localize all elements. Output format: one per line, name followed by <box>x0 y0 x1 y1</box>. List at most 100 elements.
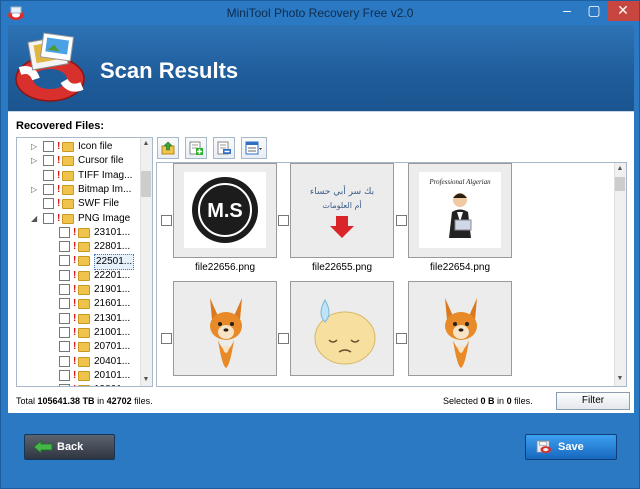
tree-item-checkbox[interactable] <box>43 183 54 195</box>
expand-toggle-icon[interactable]: ◢ <box>31 214 39 223</box>
expand-toggle-icon[interactable] <box>47 272 55 280</box>
tree-item-checkbox[interactable] <box>59 284 70 295</box>
tree-item-checkbox[interactable] <box>59 312 70 324</box>
grid-scroll-thumb[interactable] <box>615 177 625 191</box>
thumbnail-frame[interactable] <box>173 281 277 376</box>
add-icon <box>189 141 203 155</box>
tree-item-checkbox[interactable] <box>59 355 70 367</box>
expand-toggle-icon[interactable] <box>47 372 55 380</box>
expand-toggle-icon[interactable] <box>47 229 55 237</box>
scroll-up-arrow-icon[interactable]: ▲ <box>616 165 624 172</box>
deselect-all-button[interactable] <box>213 137 235 159</box>
tree-item-checkbox[interactable] <box>43 155 54 167</box>
grid-scrollbar[interactable]: ▲ ▼ <box>614 163 626 386</box>
tree-item-checkbox[interactable] <box>43 212 54 224</box>
expand-toggle-icon[interactable] <box>47 300 55 308</box>
expand-toggle-icon[interactable] <box>47 257 55 265</box>
thumbnail-frame[interactable] <box>290 281 394 376</box>
expand-toggle-icon[interactable] <box>31 200 39 208</box>
expand-toggle-icon[interactable]: ▷ <box>31 157 39 165</box>
tree-item-checkbox[interactable] <box>43 198 54 210</box>
alert-icon: ! <box>73 255 77 267</box>
thumbnail-frame[interactable] <box>408 281 512 376</box>
expand-toggle-icon[interactable] <box>47 358 55 366</box>
tree-scrollbar[interactable]: ▲ ▼ <box>140 138 152 386</box>
sweat-face-sticker-image <box>314 298 376 365</box>
professional-caption: Professional Algerian <box>428 178 491 186</box>
thumbnail-filename: file22655.png <box>311 262 373 273</box>
select-all-button[interactable] <box>185 137 207 159</box>
expand-toggle-icon[interactable] <box>47 243 55 251</box>
minimize-button[interactable]: – <box>554 1 580 21</box>
thumbnail-checkbox[interactable] <box>396 215 407 226</box>
scroll-down-arrow-icon[interactable]: ▼ <box>616 375 624 382</box>
thumbnail-checkbox[interactable] <box>396 333 407 344</box>
content-panel: Recovered Files: ▷! Icon file ▷! Cursor fil… <box>8 111 634 413</box>
close-button[interactable]: ✕ <box>607 1 639 21</box>
tree-item-checkbox[interactable] <box>43 169 54 181</box>
folder-icon <box>78 385 90 386</box>
tree-item-checkbox[interactable] <box>59 326 70 338</box>
thumbnail-frame[interactable]: بك سر أبي حساء أم العلومات <box>290 163 394 258</box>
tree-item-label: 23101... <box>94 226 131 238</box>
save-button[interactable]: Save <box>525 434 617 460</box>
tree-item-checkbox[interactable] <box>59 241 70 253</box>
alert-icon: ! <box>73 383 77 386</box>
maximize-button[interactable]: ▢ <box>581 1 607 21</box>
tree-scroll-thumb[interactable] <box>141 171 151 197</box>
tree-item-checkbox[interactable] <box>59 269 70 281</box>
tree-item-label: PNG Image <box>78 212 131 224</box>
thumbnail-grid[interactable]: !M.Sfile22656.png!بك سر أبي حساءأم العلو… <box>156 162 627 387</box>
tree-item-checkbox[interactable] <box>59 384 70 386</box>
scroll-up-arrow-icon[interactable]: ▲ <box>142 140 150 147</box>
ms-logo-image: M.S <box>184 172 266 248</box>
tree-item-label: TIFF Imag... <box>78 169 133 181</box>
back-button[interactable]: Back <box>24 434 115 460</box>
up-folder-button[interactable] <box>157 137 179 159</box>
thumbnail-frame[interactable]: M.S <box>173 163 277 258</box>
tree-item-checkbox[interactable] <box>59 255 70 267</box>
tree-item-label: 21601... <box>94 298 131 310</box>
expand-toggle-icon[interactable] <box>47 343 55 351</box>
tree-item-checkbox[interactable] <box>59 226 70 238</box>
window-title: MiniTool Photo Recovery Free v2.0 <box>226 6 414 20</box>
expand-toggle-icon[interactable]: ▷ <box>31 143 39 151</box>
folder-icon <box>78 256 90 267</box>
footer-nav: Back Save <box>8 413 634 485</box>
app-window: MiniTool Photo Recovery Free v2.0 – ▢ ✕ … <box>0 0 640 489</box>
alert-icon: ! <box>73 369 77 381</box>
fox-sticker-image <box>445 298 477 368</box>
up-folder-icon <box>161 141 175 155</box>
selected-in: in <box>494 396 507 406</box>
alert-icon: ! <box>57 155 61 167</box>
thumbnail-checkbox[interactable] <box>161 215 172 226</box>
alert-icon: ! <box>57 212 61 224</box>
expand-toggle-icon[interactable] <box>47 329 55 337</box>
expand-toggle-icon[interactable]: ▷ <box>31 185 39 194</box>
thumbnail-frame[interactable]: Professional Algerian <box>408 163 512 258</box>
folder-icon <box>78 313 90 324</box>
thumbnail-image: M.S <box>184 172 266 251</box>
tree-item-checkbox[interactable] <box>59 298 70 310</box>
folder-icon <box>62 142 74 152</box>
tree-item-checkbox[interactable] <box>59 341 70 353</box>
thumbnail-checkbox[interactable] <box>278 333 289 344</box>
thumbnail-checkbox[interactable] <box>161 333 172 344</box>
alert-icon: ! <box>73 326 77 338</box>
tree-item-label: 20101... <box>94 369 131 381</box>
tree-item-checkbox[interactable] <box>43 141 54 152</box>
expand-toggle-icon[interactable] <box>31 172 39 180</box>
expand-toggle-icon[interactable] <box>47 286 55 294</box>
view-mode-dropdown[interactable] <box>241 137 267 159</box>
alert-icon: ! <box>73 355 77 367</box>
expand-toggle-icon[interactable] <box>47 315 55 323</box>
filter-button[interactable]: Filter <box>556 392 630 410</box>
scroll-down-arrow-icon[interactable]: ▼ <box>142 376 150 383</box>
total-in: in <box>94 396 107 406</box>
expand-toggle-icon[interactable] <box>47 386 55 387</box>
tree-item-checkbox[interactable] <box>59 369 70 381</box>
file-type-tree[interactable]: ▷! Icon file ▷! Cursor file! TIFF Imag... ▷! B… <box>16 137 153 387</box>
folder-icon <box>78 356 90 367</box>
title-bar[interactable]: MiniTool Photo Recovery Free v2.0 – ▢ ✕ <box>1 1 639 25</box>
thumbnail-checkbox[interactable] <box>278 215 289 226</box>
